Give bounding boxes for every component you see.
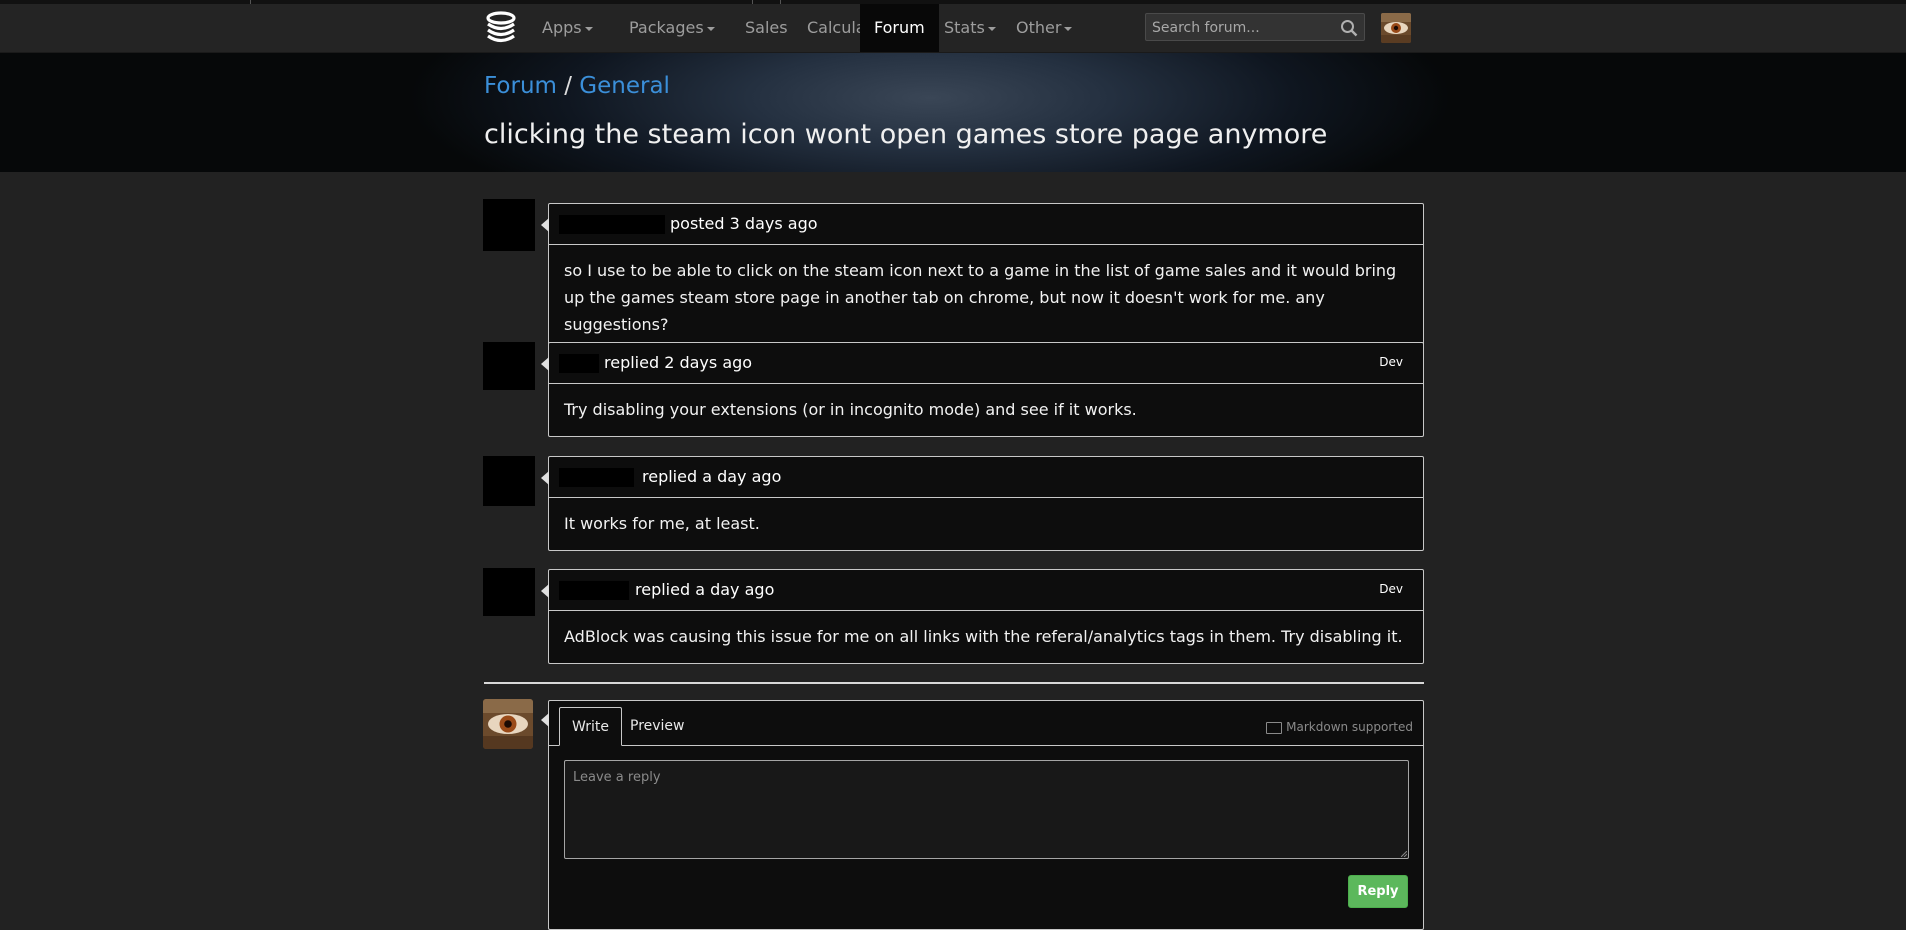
markdown-icon xyxy=(1266,721,1283,734)
nav-apps-label: Apps xyxy=(542,18,582,37)
user-avatar[interactable] xyxy=(1381,13,1411,43)
chevron-down-icon xyxy=(1064,26,1073,31)
nav-apps[interactable]: Apps xyxy=(528,4,607,52)
breadcrumb-forum-link[interactable]: Forum xyxy=(484,73,557,99)
nav-packages[interactable]: Packages xyxy=(615,4,729,52)
resize-grip-icon[interactable] xyxy=(1401,851,1407,857)
editor-tabs: Write Preview Markdown supported xyxy=(549,701,1423,746)
search-box xyxy=(1145,13,1365,41)
nav-other[interactable]: Other xyxy=(1002,4,1086,52)
nav-stats[interactable]: Stats xyxy=(930,4,1010,52)
chevron-down-icon xyxy=(706,26,715,31)
nav-other-label: Other xyxy=(1016,18,1062,37)
post-header: posted 3 days ago xyxy=(549,204,1423,245)
post-timestamp: posted 3 days ago xyxy=(670,214,818,233)
post-timestamp: replied 2 days ago xyxy=(604,353,753,372)
nav-forum[interactable]: Forum xyxy=(860,4,939,52)
dev-badge: Dev xyxy=(1379,582,1403,596)
thread-title: clicking the steam icon wont open games … xyxy=(484,119,1328,150)
forum-post: replied 2 days ago Dev Try disabling you… xyxy=(541,342,1424,437)
post-body: Try disabling your extensions (or in inc… xyxy=(564,400,1137,419)
posts-divider xyxy=(484,682,1424,684)
dev-badge: Dev xyxy=(1379,355,1403,369)
chevron-down-icon xyxy=(987,26,996,31)
nav-forum-label: Forum xyxy=(874,18,925,37)
markdown-note[interactable]: Markdown supported xyxy=(1266,720,1413,734)
top-navbar: Apps Packages Sales Calculator Forum Sta… xyxy=(0,4,1906,53)
chevron-down-icon xyxy=(584,26,593,31)
search-input[interactable] xyxy=(1150,16,1334,40)
forum-post: replied a day ago It works for me, at le… xyxy=(541,456,1424,551)
post-timestamp: replied a day ago xyxy=(635,580,775,599)
nav-stats-label: Stats xyxy=(944,18,985,37)
post-header: replied a day ago xyxy=(549,457,1423,498)
breadcrumb-separator: / xyxy=(564,73,572,99)
post-body: so I use to be able to click on the stea… xyxy=(564,261,1397,334)
redacted-username xyxy=(559,354,599,373)
nav-packages-label: Packages xyxy=(629,18,704,37)
forum-post: replied a day ago Dev AdBlock was causin… xyxy=(541,569,1424,664)
post-body: AdBlock was causing this issue for me on… xyxy=(564,627,1403,646)
reply-textarea[interactable] xyxy=(564,760,1409,859)
thread-header-banner: Forum / General clicking the steam icon … xyxy=(0,53,1906,172)
search-icon[interactable] xyxy=(1340,19,1358,37)
post-body: It works for me, at least. xyxy=(564,514,760,533)
nav-sales-label: Sales xyxy=(745,18,788,37)
nav-sales[interactable]: Sales xyxy=(731,4,802,52)
avatar[interactable] xyxy=(483,568,535,616)
tab-preview[interactable]: Preview xyxy=(618,707,697,745)
avatar[interactable] xyxy=(483,342,535,390)
coin-stack-icon[interactable] xyxy=(484,11,518,45)
redacted-username xyxy=(559,468,634,487)
markdown-note-label: Markdown supported xyxy=(1286,720,1413,734)
avatar[interactable] xyxy=(483,699,533,749)
post-header: replied 2 days ago Dev xyxy=(549,343,1423,384)
breadcrumb: Forum / General xyxy=(484,73,670,99)
redacted-username xyxy=(559,215,665,234)
avatar[interactable] xyxy=(483,199,535,251)
forum-post: posted 3 days ago so I use to be able to… xyxy=(541,203,1424,352)
breadcrumb-general-link[interactable]: General xyxy=(579,73,670,99)
avatar[interactable] xyxy=(483,456,535,506)
tab-write[interactable]: Write xyxy=(559,707,622,746)
post-header: replied a day ago Dev xyxy=(549,570,1423,611)
post-timestamp: replied a day ago xyxy=(642,467,782,486)
redacted-username xyxy=(559,581,629,600)
reply-button[interactable]: Reply xyxy=(1348,875,1408,908)
reply-editor: Write Preview Markdown supported Reply xyxy=(541,700,1424,930)
